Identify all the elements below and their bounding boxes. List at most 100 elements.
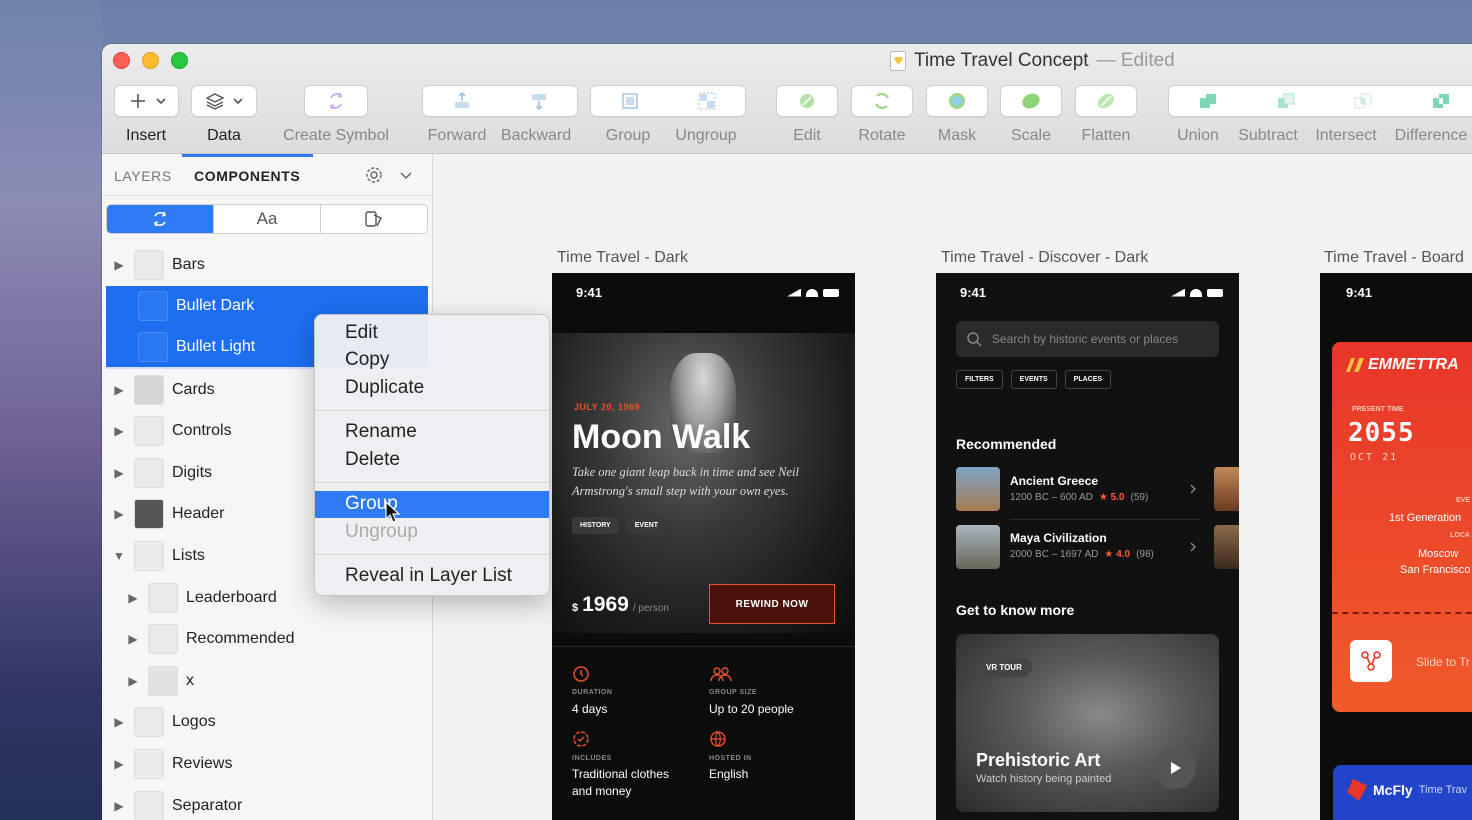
menu-item-rename[interactable]: Rename xyxy=(315,419,549,447)
slide-handle[interactable] xyxy=(1350,640,1392,682)
disclosure-arrow-icon[interactable]: ▶ xyxy=(112,424,126,438)
tag-history[interactable]: HISTORY xyxy=(572,517,619,534)
disclosure-arrow-icon[interactable]: ▶ xyxy=(112,258,126,272)
tag-event[interactable]: EVENT xyxy=(626,517,667,534)
symbols-segment[interactable] xyxy=(107,205,214,233)
list-item-meta: 2000 BC – 1697 AD ★ 4.0 (98) xyxy=(1010,549,1154,560)
menu-item-edit[interactable]: Edit xyxy=(315,319,549,347)
tree-item-recommended[interactable]: ▶ Recommended xyxy=(102,618,433,660)
gear-icon[interactable] xyxy=(364,165,384,185)
disclosure-arrow-icon[interactable]: ▶ xyxy=(112,757,126,771)
forward-icon[interactable] xyxy=(451,90,473,112)
disclosure-arrow-icon[interactable]: ▶ xyxy=(112,715,126,729)
includes-value: Traditional clothes and money xyxy=(572,767,669,798)
thumbnail xyxy=(138,331,168,362)
thumbnail xyxy=(134,374,164,405)
menu-item-delete[interactable]: Delete xyxy=(315,446,549,474)
close-button[interactable] xyxy=(113,52,130,69)
artboard-moon-walk[interactable]: 9:41 JULY 20, 1969 Moon Walk Take one gi… xyxy=(552,273,855,820)
artboard-discover[interactable]: 9:41 Search by historic events or places… xyxy=(936,273,1239,820)
search-field[interactable]: Search by historic events or places xyxy=(956,321,1219,357)
tree-item-x[interactable]: ▶ x xyxy=(102,660,433,702)
create-symbol-label: Create Symbol xyxy=(283,127,389,144)
disclosure-arrow-icon[interactable]: ▶ xyxy=(126,632,140,646)
tree-item-reviews[interactable]: ▶ Reviews xyxy=(102,743,433,785)
mask-button[interactable] xyxy=(926,85,988,117)
thumbnail xyxy=(148,582,178,613)
status-bar: 9:41 xyxy=(576,285,839,300)
chevron-right-icon[interactable] xyxy=(1188,541,1198,553)
group-buttons xyxy=(590,85,746,117)
forward-label: Forward xyxy=(427,127,487,144)
difference-icon[interactable] xyxy=(1430,90,1452,112)
clock-icon xyxy=(573,666,589,682)
hosted-value: English xyxy=(709,767,749,781)
minimize-button[interactable] xyxy=(142,52,159,69)
chevron-down-icon xyxy=(155,98,166,105)
tab-components[interactable]: COMPONENTS xyxy=(194,168,300,184)
create-symbol-button[interactable] xyxy=(304,85,368,117)
list-item-title[interactable]: Maya Civilization xyxy=(1010,531,1107,545)
ungroup-icon[interactable] xyxy=(696,90,718,112)
group-icon[interactable] xyxy=(619,90,641,112)
tag-list: HISTORY EVENT xyxy=(572,517,667,534)
flatten-button[interactable] xyxy=(1075,85,1137,117)
edit-button[interactable] xyxy=(776,85,838,117)
chevron-right-icon[interactable] xyxy=(1188,483,1198,495)
menu-item-reveal-in-layer-list[interactable]: Reveal in Layer List xyxy=(315,563,549,591)
disclosure-arrow-icon[interactable]: ▶ xyxy=(112,383,126,397)
scale-button[interactable] xyxy=(1000,85,1062,117)
menu-item-duplicate[interactable]: Duplicate xyxy=(315,374,549,402)
group-size-value: Up to 20 people xyxy=(709,702,794,716)
events-chip[interactable]: EVENTS xyxy=(1010,370,1057,389)
data-button[interactable] xyxy=(191,85,257,117)
disclosure-arrow-icon[interactable]: ▶ xyxy=(112,507,126,521)
filters-chip[interactable]: FILTERS xyxy=(956,370,1003,389)
wifi-icon xyxy=(1190,288,1202,297)
intersect-icon[interactable] xyxy=(1352,90,1374,112)
tree-item-bars[interactable]: ▶ Bars xyxy=(102,244,433,286)
list-item-title[interactable]: Ancient Greece xyxy=(1010,474,1098,488)
artboard-title[interactable]: Time Travel - Dark xyxy=(557,249,688,267)
mcfly-pass[interactable]: McFly Time Trav xyxy=(1333,765,1472,820)
artboard-board[interactable]: 9:41 EMMETTRA PRESENT TIME 2055 OCT 21 E… xyxy=(1320,273,1472,820)
disclosure-arrow-icon[interactable]: ▶ xyxy=(126,674,140,688)
disclosure-arrow-icon[interactable]: ▶ xyxy=(126,591,140,605)
group-people-icon xyxy=(710,667,732,682)
zoom-button[interactable] xyxy=(171,52,188,69)
subtract-icon[interactable] xyxy=(1275,90,1297,112)
rewind-now-button[interactable]: REWIND NOW xyxy=(709,584,835,624)
thumbnail xyxy=(148,665,178,696)
tab-layers[interactable]: LAYERS xyxy=(114,168,172,184)
tree-item-logos[interactable]: ▶ Logos xyxy=(102,702,433,744)
status-icons xyxy=(787,285,839,300)
filter-chips: FILTERS EVENTS PLACES xyxy=(956,370,1112,389)
play-button[interactable] xyxy=(1154,747,1196,789)
insert-button[interactable] xyxy=(114,85,179,117)
disclosure-arrow-icon[interactable]: ▶ xyxy=(112,799,126,813)
boarding-pass[interactable]: EMMETTRA PRESENT TIME 2055 OCT 21 EVE 1s… xyxy=(1332,342,1472,712)
text-styles-segment[interactable]: Aa xyxy=(214,205,321,233)
thumbnail xyxy=(134,416,164,447)
prehistoric-art-card[interactable]: VR TOUR Prehistoric Art Watch history be… xyxy=(956,634,1219,812)
layer-styles-segment[interactable] xyxy=(321,205,427,233)
rotate-button[interactable] xyxy=(851,85,913,117)
artboard-title[interactable]: Time Travel - Discover - Dark xyxy=(941,249,1148,267)
disclosure-arrow-icon[interactable]: ▶ xyxy=(112,466,126,480)
scale-icon xyxy=(1022,93,1040,109)
divider xyxy=(552,646,855,647)
component-type-segmented: Aa xyxy=(106,204,428,234)
carousel-peek-thumb xyxy=(1214,467,1239,511)
tree-item-separator[interactable]: ▶ Separator xyxy=(102,785,433,820)
disclosure-expanded-icon[interactable]: ▼ xyxy=(112,549,126,563)
design-canvas[interactable]: Time Travel - Dark Time Travel - Discove… xyxy=(433,154,1472,820)
union-icon[interactable] xyxy=(1197,90,1219,112)
places-chip[interactable]: PLACES xyxy=(1064,370,1112,389)
backward-icon[interactable] xyxy=(528,90,550,112)
menu-item-copy[interactable]: Copy xyxy=(315,347,549,375)
artboard-title[interactable]: Time Travel - Board xyxy=(1324,249,1464,267)
badge-check-icon xyxy=(573,731,589,747)
menu-item-group[interactable]: Group xyxy=(315,490,549,518)
context-menu: Edit Copy Duplicate Rename Delete Group … xyxy=(314,314,550,596)
chevron-down-icon[interactable] xyxy=(398,167,414,183)
